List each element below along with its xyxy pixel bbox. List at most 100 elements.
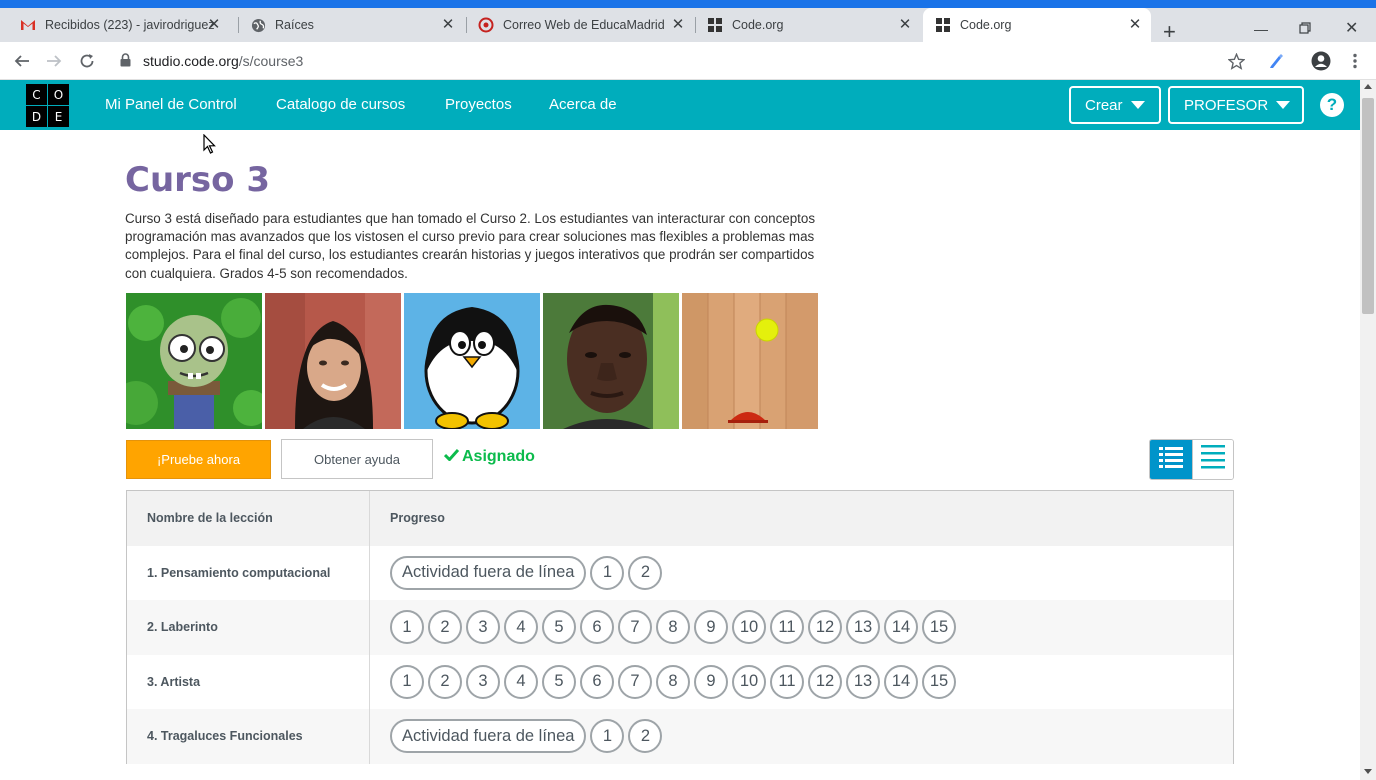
table-row: 1. Pensamiento computacional Actividad f… [127, 545, 1233, 600]
help-icon[interactable]: ? [1320, 93, 1344, 117]
assigned-status: Asignado [443, 448, 535, 466]
level-bubble[interactable]: 1 [390, 664, 424, 699]
code-org-logo[interactable]: C O D E [26, 84, 69, 127]
list-summary-icon [1200, 445, 1225, 474]
profile-avatar-icon[interactable] [1311, 51, 1331, 71]
level-bubble[interactable]: 15 [922, 610, 956, 645]
level-bubble[interactable]: 4 [504, 610, 538, 645]
level-bubble[interactable]: 12 [808, 664, 842, 699]
get-help-button[interactable]: Obtener ayuda [281, 439, 433, 479]
level-bubble[interactable]: 15 [922, 664, 956, 699]
level-bubble[interactable]: 3 [466, 664, 500, 699]
scroll-thumb[interactable] [1362, 98, 1374, 314]
level-bubble[interactable]: 13 [846, 664, 880, 699]
forward-arrow-icon[interactable] [44, 51, 64, 71]
tab-gmail[interactable]: Recibidos (223) - javirodriguez ✕ [8, 8, 230, 42]
close-icon[interactable]: ✕ [440, 17, 456, 33]
back-arrow-icon[interactable] [12, 51, 32, 71]
level-bubble[interactable]: 6 [580, 610, 614, 645]
site-header: C O D E Mi Panel de Control Catalogo de … [0, 80, 1360, 130]
create-dropdown-button[interactable]: Crear [1069, 86, 1161, 124]
tab-codeorg[interactable]: Code.org ✕ [695, 8, 921, 42]
educamadrid-icon [478, 17, 494, 33]
level-bubble[interactable]: 9 [694, 664, 728, 699]
level-bubble[interactable]: 1 [590, 555, 625, 590]
man-portrait-thumbnail [543, 293, 679, 429]
user-dropdown-button[interactable]: PROFESOR [1168, 86, 1304, 124]
bookmark-star-icon[interactable] [1226, 51, 1246, 71]
lesson-name[interactable]: 1. Pensamiento computacional [127, 545, 370, 600]
page-scrollbar[interactable] [1360, 80, 1376, 780]
unplugged-activity-bubble[interactable]: Actividad fuera de línea [390, 719, 587, 754]
level-bubble[interactable]: 2 [428, 610, 462, 645]
progress-bubbles: Actividad fuera de línea 1 2 [390, 719, 666, 754]
scroll-down-arrow-icon[interactable] [1364, 769, 1372, 774]
level-bubble[interactable]: 4 [504, 664, 538, 699]
nav-course-catalog[interactable]: Catalogo de cursos [276, 96, 405, 113]
level-bubble[interactable]: 2 [428, 664, 462, 699]
level-bubble[interactable]: 1 [590, 719, 625, 754]
tab-educamadrid[interactable]: Correo Web de EducaMadrid ✕ [466, 8, 694, 42]
nav-dashboard[interactable]: Mi Panel de Control [105, 96, 237, 113]
level-bubble[interactable]: 8 [656, 664, 690, 699]
level-bubble[interactable]: 9 [694, 610, 728, 645]
close-icon[interactable]: ✕ [670, 17, 686, 33]
level-bubble[interactable]: 1 [390, 610, 424, 645]
level-bubble[interactable]: 6 [580, 664, 614, 699]
list-detail-icon [1158, 446, 1183, 473]
level-bubble[interactable]: 12 [808, 610, 842, 645]
view-toggle [1149, 439, 1234, 480]
lock-icon[interactable] [120, 53, 131, 72]
level-bubble[interactable]: 3 [466, 610, 500, 645]
level-bubble[interactable]: 13 [846, 610, 880, 645]
level-bubble[interactable]: 2 [628, 719, 663, 754]
new-tab-plus-icon[interactable]: + [1163, 21, 1176, 43]
assigned-label: Asignado [462, 448, 535, 465]
tab-raices[interactable]: Raíces ✕ [238, 8, 464, 42]
try-now-button[interactable]: ¡Pruebe ahora [126, 440, 271, 479]
close-icon[interactable]: ✕ [206, 17, 222, 33]
reload-icon[interactable] [77, 51, 97, 71]
level-bubble[interactable]: 10 [732, 664, 766, 699]
browser-tab-strip: Recibidos (223) - javirodriguez ✕ Raíces… [0, 8, 1376, 43]
detail-view-button[interactable] [1150, 440, 1192, 479]
level-bubble[interactable]: 8 [656, 610, 690, 645]
browser-accent-strip [0, 0, 1376, 8]
tab-codeorg-active[interactable]: Code.org ✕ [923, 8, 1151, 42]
level-bubble[interactable]: 5 [542, 664, 576, 699]
progress-bubbles: Actividad fuera de línea 1 2 [390, 555, 666, 590]
logo-letter: C [26, 84, 47, 105]
level-bubble[interactable]: 7 [618, 610, 652, 645]
scroll-up-arrow-icon[interactable] [1364, 84, 1372, 89]
logo-letter: O [48, 84, 69, 105]
unplugged-activity-bubble[interactable]: Actividad fuera de línea [390, 555, 587, 590]
address-bar[interactable]: studio.code.org/s/course3 [143, 53, 303, 69]
wood-floor-ball-thumbnail [682, 293, 818, 429]
lesson-name[interactable]: 4. Tragaluces Funcionales [127, 709, 370, 764]
level-bubble[interactable]: 14 [884, 664, 918, 699]
level-bubble[interactable]: 11 [770, 664, 804, 699]
level-bubble[interactable]: 10 [732, 610, 766, 645]
nav-projects[interactable]: Proyectos [445, 96, 512, 113]
mouse-cursor-icon [203, 133, 217, 160]
penguin-thumbnail [404, 293, 540, 429]
lesson-name[interactable]: 3. Artista [127, 654, 370, 709]
level-bubble[interactable]: 14 [884, 610, 918, 645]
nav-about[interactable]: Acerca de [549, 96, 617, 113]
lesson-name[interactable]: 2. Laberinto [127, 600, 370, 655]
level-bubble[interactable]: 5 [542, 610, 576, 645]
level-bubble[interactable]: 7 [618, 664, 652, 699]
extension-pen-icon[interactable] [1266, 51, 1286, 71]
zombie-thumbnail [126, 293, 262, 429]
close-icon[interactable]: ✕ [1127, 17, 1143, 33]
browser-menu-icon[interactable] [1345, 51, 1365, 71]
window-close-icon[interactable]: ✕ [1345, 21, 1358, 37]
codeorg-icon [707, 17, 723, 33]
logo-letter: D [26, 106, 47, 127]
restore-icon[interactable] [1299, 21, 1311, 37]
level-bubble[interactable]: 2 [628, 555, 663, 590]
summary-view-button[interactable] [1191, 440, 1233, 479]
minimize-icon[interactable]: — [1254, 21, 1268, 37]
level-bubble[interactable]: 11 [770, 610, 804, 645]
close-icon[interactable]: ✕ [897, 17, 913, 33]
